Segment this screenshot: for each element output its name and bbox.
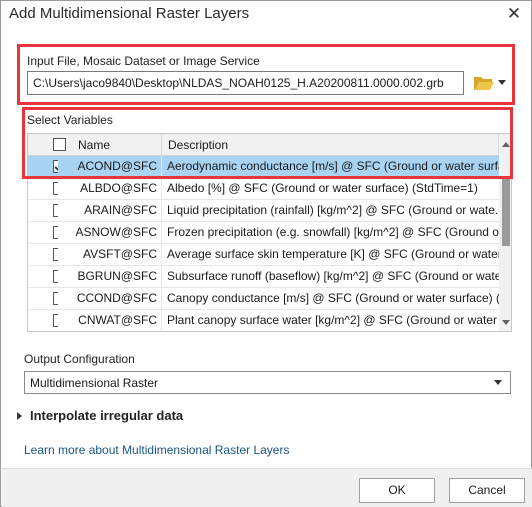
column-header-name[interactable]: Name [72, 134, 162, 156]
select-variables-label: Select Variables [27, 113, 113, 127]
learn-more-link[interactable]: Learn more about Multidimensional Raster… [24, 443, 289, 457]
variable-name: CNWAT@SFC [58, 310, 162, 331]
folder-open-icon[interactable] [473, 74, 495, 92]
variable-description: Average surface skin temperature [K] @ S… [167, 247, 499, 261]
variable-name: AVSFT@SFC [58, 244, 162, 266]
input-path-field[interactable]: C:\Users\jaco9840\Desktop\NLDAS_NOAH0125… [27, 71, 464, 95]
select-all-checkbox[interactable] [53, 138, 66, 151]
variable-name: ACOND@SFC [58, 156, 162, 178]
add-multidimensional-raster-dialog: Add Multidimensional Raster Layers ✕ Inp… [0, 0, 532, 507]
interpolate-label: Interpolate irregular data [30, 408, 184, 423]
title-bar: Add Multidimensional Raster Layers ✕ [1, 1, 531, 28]
table-row[interactable]: CNWAT@SFC Plant canopy surface water [kg/… [28, 310, 499, 331]
table-body: ACOND@SFC Aerodynamic conductance [m/s] @… [28, 156, 499, 331]
dialog-title: Add Multidimensional Raster Layers [9, 5, 250, 22]
row-checkbox-cell [28, 156, 58, 178]
variable-description: Aerodynamic conductance [m/s] @ SFC (Gro… [167, 159, 499, 173]
variable-name: ARAIN@SFC [58, 200, 162, 222]
row-checkbox-cell [28, 200, 58, 222]
output-config-select[interactable]: Multidimensional Raster [24, 371, 511, 394]
variable-name: ALBDO@SFC [58, 178, 162, 200]
vertical-scrollbar[interactable] [499, 134, 511, 331]
table-row[interactable]: CCOND@SFC Canopy conductance [m/s] @ SFC … [28, 288, 499, 310]
chevron-down-icon [494, 380, 502, 385]
cancel-button[interactable]: Cancel [449, 478, 525, 503]
ok-button[interactable]: OK [359, 478, 435, 503]
table-row[interactable]: ACOND@SFC Aerodynamic conductance [m/s] @… [28, 156, 499, 178]
row-checkbox-cell [28, 222, 58, 244]
table-row[interactable]: AVSFT@SFC Average surface skin temperatur… [28, 244, 499, 266]
scroll-up-icon[interactable] [502, 142, 510, 147]
row-checkbox-cell [28, 310, 58, 331]
chevron-down-icon[interactable] [498, 80, 506, 85]
variable-name: BGRUN@SFC [58, 266, 162, 288]
variables-table: Name Description ACOND@SFC Aerodynamic co… [27, 133, 512, 332]
row-checkbox-cell [28, 244, 58, 266]
variable-description: Plant canopy surface water [kg/m^2] @ SF… [167, 313, 499, 327]
scroll-down-icon[interactable] [502, 320, 510, 325]
table-row[interactable]: BGRUN@SFC Subsurface runoff (baseflow) [k… [28, 266, 499, 288]
output-config-label: Output Configuration [24, 352, 135, 366]
row-checkbox-cell [28, 266, 58, 288]
dialog-footer: OK Cancel [2, 468, 532, 507]
variable-description: Frozen precipitation (e.g. snowfall) [kg… [167, 225, 499, 239]
table-header: Name Description [28, 134, 499, 156]
variable-description: Canopy conductance [m/s] @ SFC (Ground o… [167, 291, 499, 305]
row-checkbox-cell [28, 288, 58, 310]
column-header-description[interactable]: Description [162, 134, 499, 156]
variable-description: Subsurface runoff (baseflow) [kg/m^2] @ … [167, 269, 499, 283]
interpolate-expander[interactable]: Interpolate irregular data [17, 408, 183, 423]
input-label: Input File, Mosaic Dataset or Image Serv… [27, 54, 260, 68]
table-row[interactable]: ALBDO@SFC Albedo [%] @ SFC (Ground or wat… [28, 178, 499, 200]
variable-name: ASNOW@SFC [58, 222, 162, 244]
output-config-value: Multidimensional Raster [30, 376, 159, 390]
table-row[interactable]: ASNOW@SFC Frozen precipitation (e.g. snow… [28, 222, 499, 244]
variable-name: CCOND@SFC [58, 288, 162, 310]
chevron-right-icon [17, 412, 22, 420]
row-checkbox-cell [28, 178, 58, 200]
scrollbar-thumb[interactable] [502, 178, 510, 246]
variable-description: Liquid precipitation (rainfall) [kg/m^2]… [167, 203, 499, 217]
close-button[interactable]: ✕ [503, 3, 525, 25]
variable-description: Albedo [%] @ SFC (Ground or water surfac… [167, 181, 478, 195]
table-row[interactable]: ARAIN@SFC Liquid precipitation (rainfall)… [28, 200, 499, 222]
